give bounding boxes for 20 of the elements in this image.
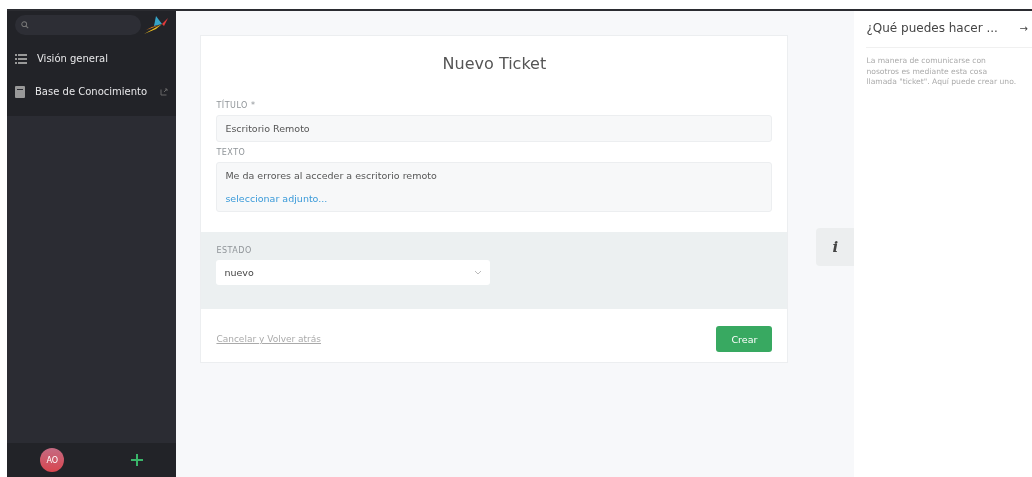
book-icon <box>15 85 25 98</box>
field-label: TÍTULO * <box>216 101 257 110</box>
sidebar-item[interactable]: Visión general <box>15 42 169 75</box>
chevron-down-icon <box>474 270 483 275</box>
text-area[interactable]: Me da errores al acceder a escritorio remoto seleccionar adjunto... <box>216 162 773 212</box>
card-title: Nuevo Ticket <box>441 53 548 75</box>
help-title: ¿Qué puedes hacer ... <box>866 21 998 35</box>
search-field[interactable] <box>15 15 141 35</box>
field-label: ESTADO <box>216 246 253 255</box>
info-tab[interactable]: i <box>816 228 855 266</box>
search-icon <box>21 21 29 29</box>
external-link-icon <box>160 87 169 96</box>
input-field[interactable]: Escritorio Remoto <box>216 115 773 142</box>
state-select[interactable]: nuevo <box>216 260 491 285</box>
list-icon <box>15 53 27 64</box>
field-label: TEXTO <box>216 148 247 157</box>
arrow-button[interactable]: → <box>1019 22 1028 34</box>
user-avatar[interactable]: AO <box>40 448 65 472</box>
sidebar-item[interactable]: Base de Conocimiento <box>15 75 169 108</box>
plus-icon[interactable] <box>131 454 144 466</box>
